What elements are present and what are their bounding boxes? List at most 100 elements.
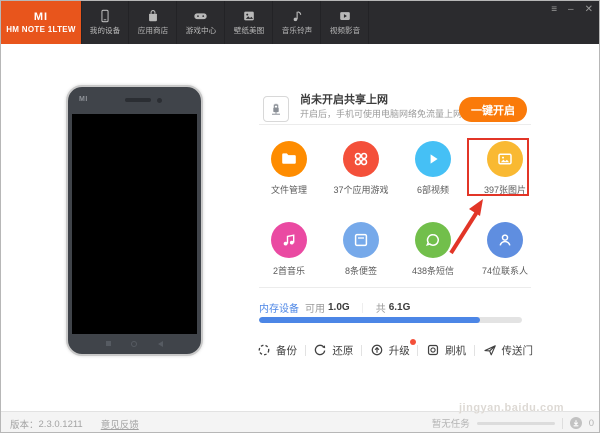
minimize-button[interactable]: –	[568, 5, 574, 15]
grid-item-label: 37个应用游戏	[333, 183, 388, 196]
status-left: 版本： 2.3.0.1211 意见反馈	[10, 417, 139, 431]
divider	[259, 124, 531, 125]
phone-camera	[157, 98, 162, 103]
status-right: 暂无任务 0	[432, 416, 594, 430]
share-internet-title: 尚未开启共享上网	[300, 91, 388, 107]
note-icon	[343, 222, 379, 258]
shopping-bag-icon	[146, 9, 160, 23]
action-separator	[417, 345, 418, 356]
tab-game-center[interactable]: 游戏中心	[177, 1, 225, 44]
tab-wallpapers[interactable]: 壁纸美图	[225, 1, 273, 44]
tab-label: 壁纸美图	[233, 25, 263, 35]
nav-tabs: 我的设备 应用商店 游戏中心 壁纸美图	[81, 1, 369, 44]
window-controls: ≡ – ✕	[551, 5, 593, 15]
apps-icon	[343, 141, 379, 177]
upgrade-button[interactable]: 升级	[370, 343, 410, 358]
storage-pipe: ｜	[358, 300, 368, 315]
action-label: 备份	[276, 343, 297, 358]
phone-speaker	[125, 98, 151, 102]
restore-icon	[313, 343, 327, 357]
action-separator	[361, 345, 362, 356]
action-label: 传送门	[502, 343, 534, 358]
phone-mockup: MI	[66, 85, 203, 356]
grid-item-label: 438条短信	[412, 264, 454, 277]
status-bar: 版本： 2.3.0.1211 意见反馈 暂无任务 0	[1, 411, 600, 432]
action-separator	[474, 345, 475, 356]
portal-button[interactable]: 传送门	[483, 343, 534, 358]
tab-label: 游戏中心	[185, 25, 215, 35]
phone-screen	[72, 114, 197, 334]
gamepad-icon	[193, 9, 208, 23]
music-icon	[271, 222, 307, 258]
grid-item-label: 8条便签	[345, 264, 377, 277]
upgrade-icon	[370, 343, 384, 357]
action-label: 刷机	[445, 343, 466, 358]
storage-total-label: 共	[376, 300, 386, 315]
restore-button[interactable]: 还原	[313, 343, 353, 358]
grid-item-videos[interactable]: 6部视频	[397, 139, 469, 196]
device-name: HM NOTE 1LTEW	[6, 25, 76, 34]
grid-item-label: 文件管理	[271, 183, 307, 196]
divider	[259, 287, 531, 288]
device-brand-block[interactable]: MI HM NOTE 1LTEW	[1, 1, 81, 44]
mi-logo: MI	[34, 11, 48, 23]
storage-info: 内存设备 可用 1.0G ｜ 共 6.1G	[259, 300, 410, 315]
share-internet-subtitle: 开启后，手机可使用电脑网络免流量上网	[300, 107, 462, 120]
storage-total-value: 6.1G	[389, 302, 411, 313]
storage-available-label: 可用	[305, 300, 325, 315]
tab-label: 视频影音	[329, 25, 359, 35]
tab-label: 应用商店	[137, 25, 167, 35]
picture-icon	[242, 9, 256, 23]
grid-item-notes[interactable]: 8条便签	[325, 220, 397, 277]
storage-progress-bar	[259, 317, 522, 323]
phone-nav-buttons	[68, 341, 201, 347]
header-bar: MI HM NOTE 1LTEW 我的设备 应用商店 游戏中心	[1, 1, 600, 44]
feedback-link[interactable]: 意见反馈	[101, 417, 139, 431]
tab-my-device[interactable]: 我的设备	[81, 1, 129, 44]
download-tasks-icon[interactable]	[570, 417, 582, 429]
version-label: 版本：	[10, 417, 39, 431]
usb-plug-icon	[263, 96, 289, 122]
storage-available-value: 1.0G	[328, 302, 350, 313]
phone-back-key	[158, 341, 163, 347]
upgrade-badge-dot	[410, 339, 416, 345]
status-separator	[562, 418, 563, 429]
portal-icon	[483, 343, 497, 357]
grid-item-label: 74位联系人	[482, 264, 528, 277]
action-row: 备份 还原 升级 刷机 传送门	[257, 341, 533, 359]
tab-label: 音乐铃声	[281, 25, 311, 35]
music-note-icon	[290, 9, 304, 23]
close-button[interactable]: ✕	[585, 5, 593, 15]
action-label: 升级	[389, 343, 410, 358]
task-list-icon[interactable]: ≡	[551, 5, 557, 15]
version-value: 2.3.0.1211	[39, 419, 83, 430]
flash-button[interactable]: 刷机	[426, 343, 466, 358]
task-count: 0	[589, 418, 594, 429]
one-key-enable-button[interactable]: 一键开启	[459, 97, 527, 122]
highlight-box-pictures	[467, 138, 529, 196]
grid-item-file-manager[interactable]: 文件管理	[253, 139, 325, 196]
play-icon	[415, 141, 451, 177]
storage-name: 内存设备	[259, 300, 299, 315]
tab-video[interactable]: 视频影音	[321, 1, 369, 44]
storage-progress-fill	[259, 317, 480, 323]
grid-item-music[interactable]: 2首音乐	[253, 220, 325, 277]
no-task-label: 暂无任务	[432, 416, 470, 430]
grid-item-label: 2首音乐	[273, 264, 305, 277]
task-progress-line	[477, 422, 555, 425]
tab-label: 我的设备	[90, 25, 120, 35]
backup-button[interactable]: 备份	[257, 343, 297, 358]
grid-item-apps-games[interactable]: 37个应用游戏	[325, 139, 397, 196]
mi-pc-suite-window: MI HM NOTE 1LTEW 我的设备 应用商店 游戏中心	[0, 0, 600, 433]
phone-mi-logo: MI	[79, 96, 88, 103]
folder-icon	[271, 141, 307, 177]
phone-icon	[98, 9, 112, 23]
annotation-arrow	[429, 193, 493, 261]
video-icon	[338, 9, 352, 23]
action-label: 还原	[332, 343, 353, 358]
phone-home-key	[131, 341, 137, 347]
action-separator	[305, 345, 306, 356]
phone-menu-key	[106, 341, 111, 346]
tab-app-store[interactable]: 应用商店	[129, 1, 177, 44]
tab-music-ringtones[interactable]: 音乐铃声	[273, 1, 321, 44]
